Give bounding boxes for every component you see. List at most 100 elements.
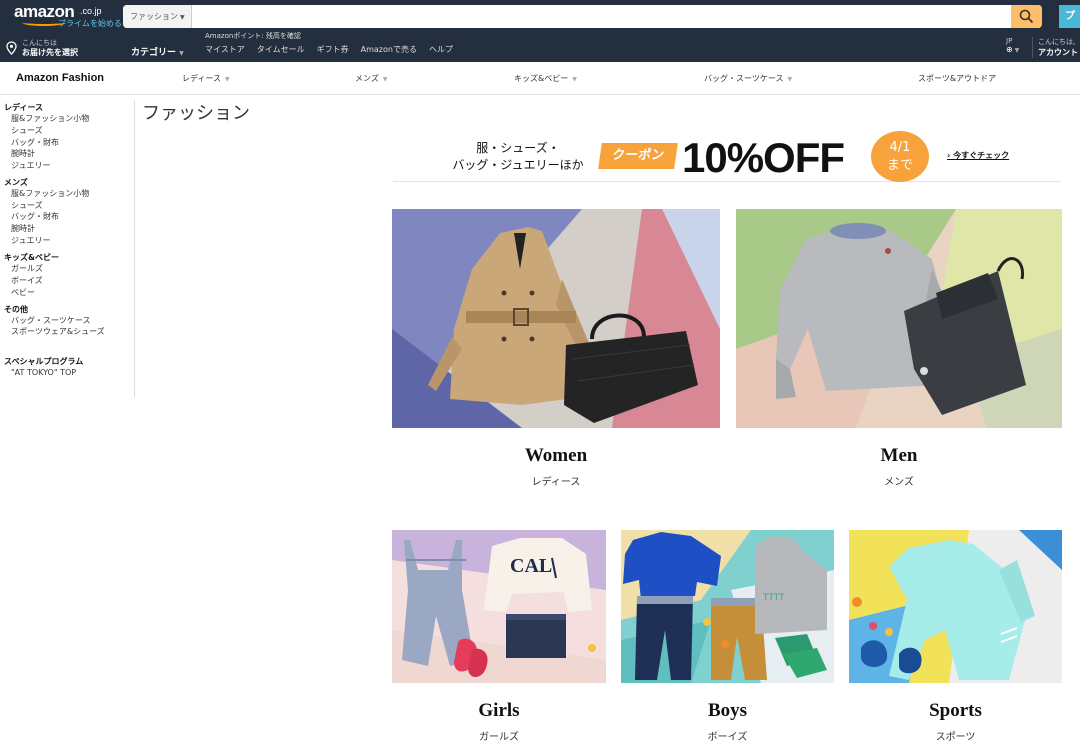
fashion-nav: Amazon Fashion レディース ▼ メンズ ▼ キッズ&ベビー ▼ バッグ・… [0, 62, 1080, 95]
fashion-nav-kids[interactable]: キッズ&ベビー ▼ [514, 73, 577, 84]
sub-navbar: こんにちは お届け先を選択 カテゴリー ▼ Amazonポイント: 残高を確認 … [0, 28, 1080, 62]
tile-label: Men [880, 445, 918, 466]
tile-sublabel: スポーツ [935, 732, 976, 743]
deliver-to-location[interactable]: こんにちは お届け先を選択 [6, 38, 116, 60]
search-input[interactable] [193, 5, 1011, 28]
fashion-nav-bags[interactable]: バッグ・スーツケース ▼ [704, 73, 792, 84]
sidebar-heading-kids[interactable]: キッズ&ベビー [4, 252, 59, 263]
sports-image [849, 530, 1062, 683]
discount-text: 10%OFF [682, 134, 845, 181]
chevron-down-icon: ▼ [382, 76, 388, 83]
chevron-down-icon: ▼ [225, 76, 230, 83]
sidebar-item[interactable]: ボーイズ [11, 275, 43, 286]
sidebar-item[interactable]: ジュエリー [11, 160, 50, 171]
banner-line-1: 服・シューズ・ [476, 141, 560, 155]
top-navbar: amazon .co.jp プライムを始める ファッション ▼ プ [0, 0, 1080, 28]
sub-nav-link-timesale[interactable]: タイムセール [257, 44, 305, 55]
account-menu[interactable]: こんにちは, アカウント [1032, 37, 1080, 58]
search-button[interactable] [1011, 5, 1042, 28]
fashion-nav-label: レディース [182, 74, 222, 83]
page-title: ファッション [142, 103, 250, 124]
sub-nav-link-giftcard[interactable]: ギフト券 [317, 44, 349, 55]
location-pin-icon [6, 41, 17, 55]
sidebar-item[interactable]: ジュエリー [11, 235, 50, 246]
boys-image: TTTT [621, 530, 834, 683]
sidebar-item[interactable]: バッグ・スーツケース [11, 315, 90, 326]
tile-label: Boys [707, 700, 748, 721]
sports-photo [849, 530, 1062, 683]
sidebar-item[interactable]: ベビー [11, 287, 35, 298]
amazon-points-link[interactable]: Amazonポイント: 残高を確認 [205, 31, 301, 41]
fashion-nav-men[interactable]: メンズ ▼ [355, 73, 387, 84]
language-code: JP [1006, 37, 1013, 45]
coupon-banner[interactable]: 服・シューズ・ バッグ・ジュエリーほか クーポン 10%OFF 4/1 まで ›… [393, 130, 1061, 182]
check-now-label: 今すぐチェック [953, 151, 1010, 160]
sidebar-item[interactable]: シューズ [11, 200, 43, 211]
search-department-label: ファッション [130, 12, 178, 21]
date-badge-date: 4/1 [889, 140, 911, 155]
sidebar-item[interactable]: ガールズ [11, 263, 43, 274]
chevron-down-icon: ▼ [180, 14, 185, 21]
date-badge-suffix: まで [886, 158, 913, 173]
svg-text:TTTT: TTTT [762, 593, 785, 603]
sidebar-item[interactable]: バッグ・財布 [11, 211, 59, 222]
sidebar-item[interactable]: 服&ファッション小物 [11, 188, 89, 199]
women-image [392, 209, 720, 428]
sub-nav-links: マイストア タイムセール ギフト券 Amazonで売る ヘルプ [205, 44, 453, 55]
amazon-logo[interactable]: amazon .co.jp プライムを始める [12, 2, 122, 28]
tile-label: Girls [478, 700, 520, 721]
category-sidebar: レディース 服&ファッション小物 シューズ バッグ・財布 腕時計 ジュエリー メ… [0, 100, 135, 397]
category-menu[interactable]: カテゴリー ▼ [131, 45, 184, 58]
chevron-down-icon: ▼ [787, 76, 793, 83]
sidebar-item[interactable]: バッグ・財布 [11, 137, 59, 148]
category-tile-men[interactable]: Men メンズ [736, 209, 1062, 489]
banner-text: 服・シューズ・ バッグ・ジュエリーほか [446, 140, 590, 174]
sidebar-heading-men[interactable]: メンズ [4, 177, 28, 188]
sidebar-item[interactable]: "AT TOKYO" TOP [11, 368, 76, 377]
chevron-down-icon: ▼ [1012, 47, 1020, 54]
sidebar-item[interactable]: 腕時計 [11, 223, 35, 234]
category-label: カテゴリー [131, 48, 177, 58]
category-tile-sports[interactable]: Sports スポーツ [849, 530, 1062, 753]
boys-photo: TTTT [621, 530, 834, 683]
girls-photo: CAL [392, 530, 606, 683]
tile-sublabel: ボーイズ [707, 732, 748, 743]
girls-image: CAL [392, 530, 606, 683]
sidebar-item[interactable]: スポーツウェア&シューズ [11, 326, 105, 337]
category-tile-women[interactable]: Women レディース [392, 209, 720, 489]
deliver-label: お届け先を選択 [22, 48, 78, 57]
fashion-nav-sports[interactable]: スポーツ&アウトドア [918, 73, 996, 84]
language-selector[interactable]: JP ⊕ ▼ [1006, 37, 1028, 54]
women-photo [392, 209, 720, 428]
sidebar-item[interactable]: 服&ファッション小物 [11, 113, 89, 124]
sub-nav-link-mystore[interactable]: マイストア [205, 44, 245, 55]
tile-label: Sports [929, 700, 982, 721]
fashion-nav-label: スポーツ&アウトドア [918, 74, 997, 83]
search-department-select[interactable]: ファッション ▼ [123, 5, 192, 28]
sub-nav-link-help[interactable]: ヘルプ [429, 44, 453, 55]
sidebar-item[interactable]: 腕時計 [11, 148, 35, 159]
sidebar-heading-women[interactable]: レディース [4, 102, 43, 113]
category-tile-girls[interactable]: CAL Girls ガールズ [392, 530, 606, 753]
category-tile-boys[interactable]: TTTT Boys ボーイズ [621, 530, 834, 753]
fashion-nav-label: メンズ [355, 74, 379, 83]
chevron-down-icon: ▼ [572, 76, 577, 83]
date-badge: 4/1 まで [871, 131, 929, 182]
sidebar-heading-other[interactable]: その他 [4, 304, 28, 315]
tile-sublabel: メンズ [884, 477, 914, 488]
sidebar-heading-special[interactable]: スペシャルプログラム [4, 356, 83, 367]
logo-tld: .co.jp [80, 6, 102, 16]
chevron-down-icon: ▼ [179, 50, 184, 57]
fashion-nav-label: キッズ&ベビー [514, 74, 569, 83]
sidebar-item[interactable]: シューズ [11, 125, 43, 136]
sub-nav-link-sell[interactable]: Amazonで売る [361, 44, 417, 55]
tile-sublabel: レディース [531, 477, 581, 488]
fashion-brand-link[interactable]: Amazon Fashion [16, 72, 104, 84]
fashion-nav-women[interactable]: レディース ▼ [182, 73, 230, 84]
check-now-link[interactable]: › 今すぐチェック [947, 150, 1009, 161]
prime-banner-edge[interactable]: プ [1059, 5, 1080, 28]
tile-sublabel: ガールズ [479, 732, 519, 743]
globe-icon: ⊕ [1006, 45, 1013, 54]
account-greeting: こんにちは, [1038, 38, 1076, 46]
search-bar: ファッション ▼ [123, 5, 1042, 28]
